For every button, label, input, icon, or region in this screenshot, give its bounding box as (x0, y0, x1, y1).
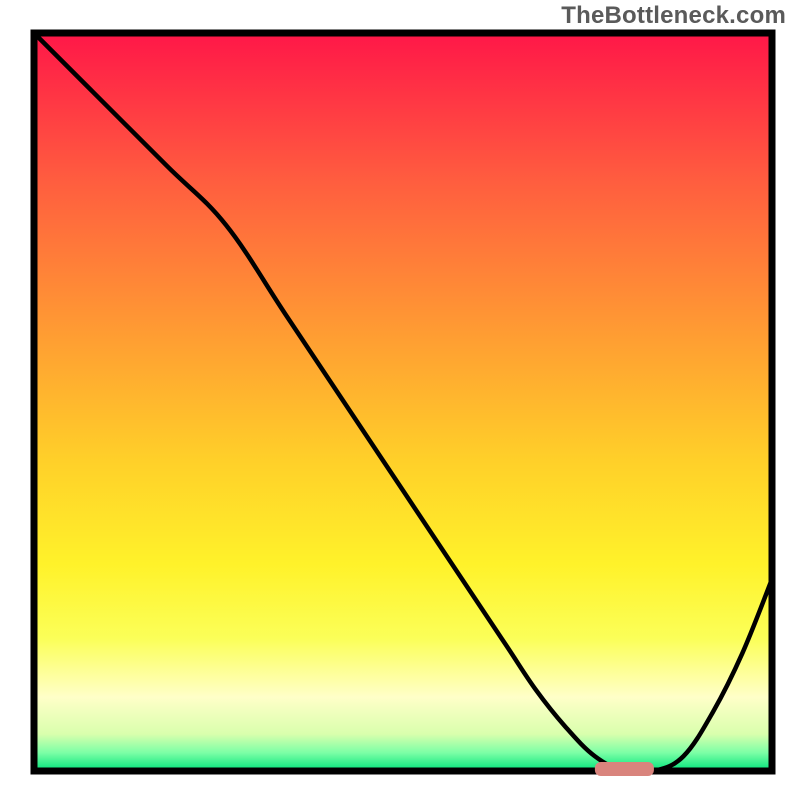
bottleneck-chart-svg (0, 0, 800, 800)
optimum-marker (595, 762, 654, 776)
chart-frame: TheBottleneck.com (0, 0, 800, 800)
watermark-text: TheBottleneck.com (561, 2, 786, 30)
